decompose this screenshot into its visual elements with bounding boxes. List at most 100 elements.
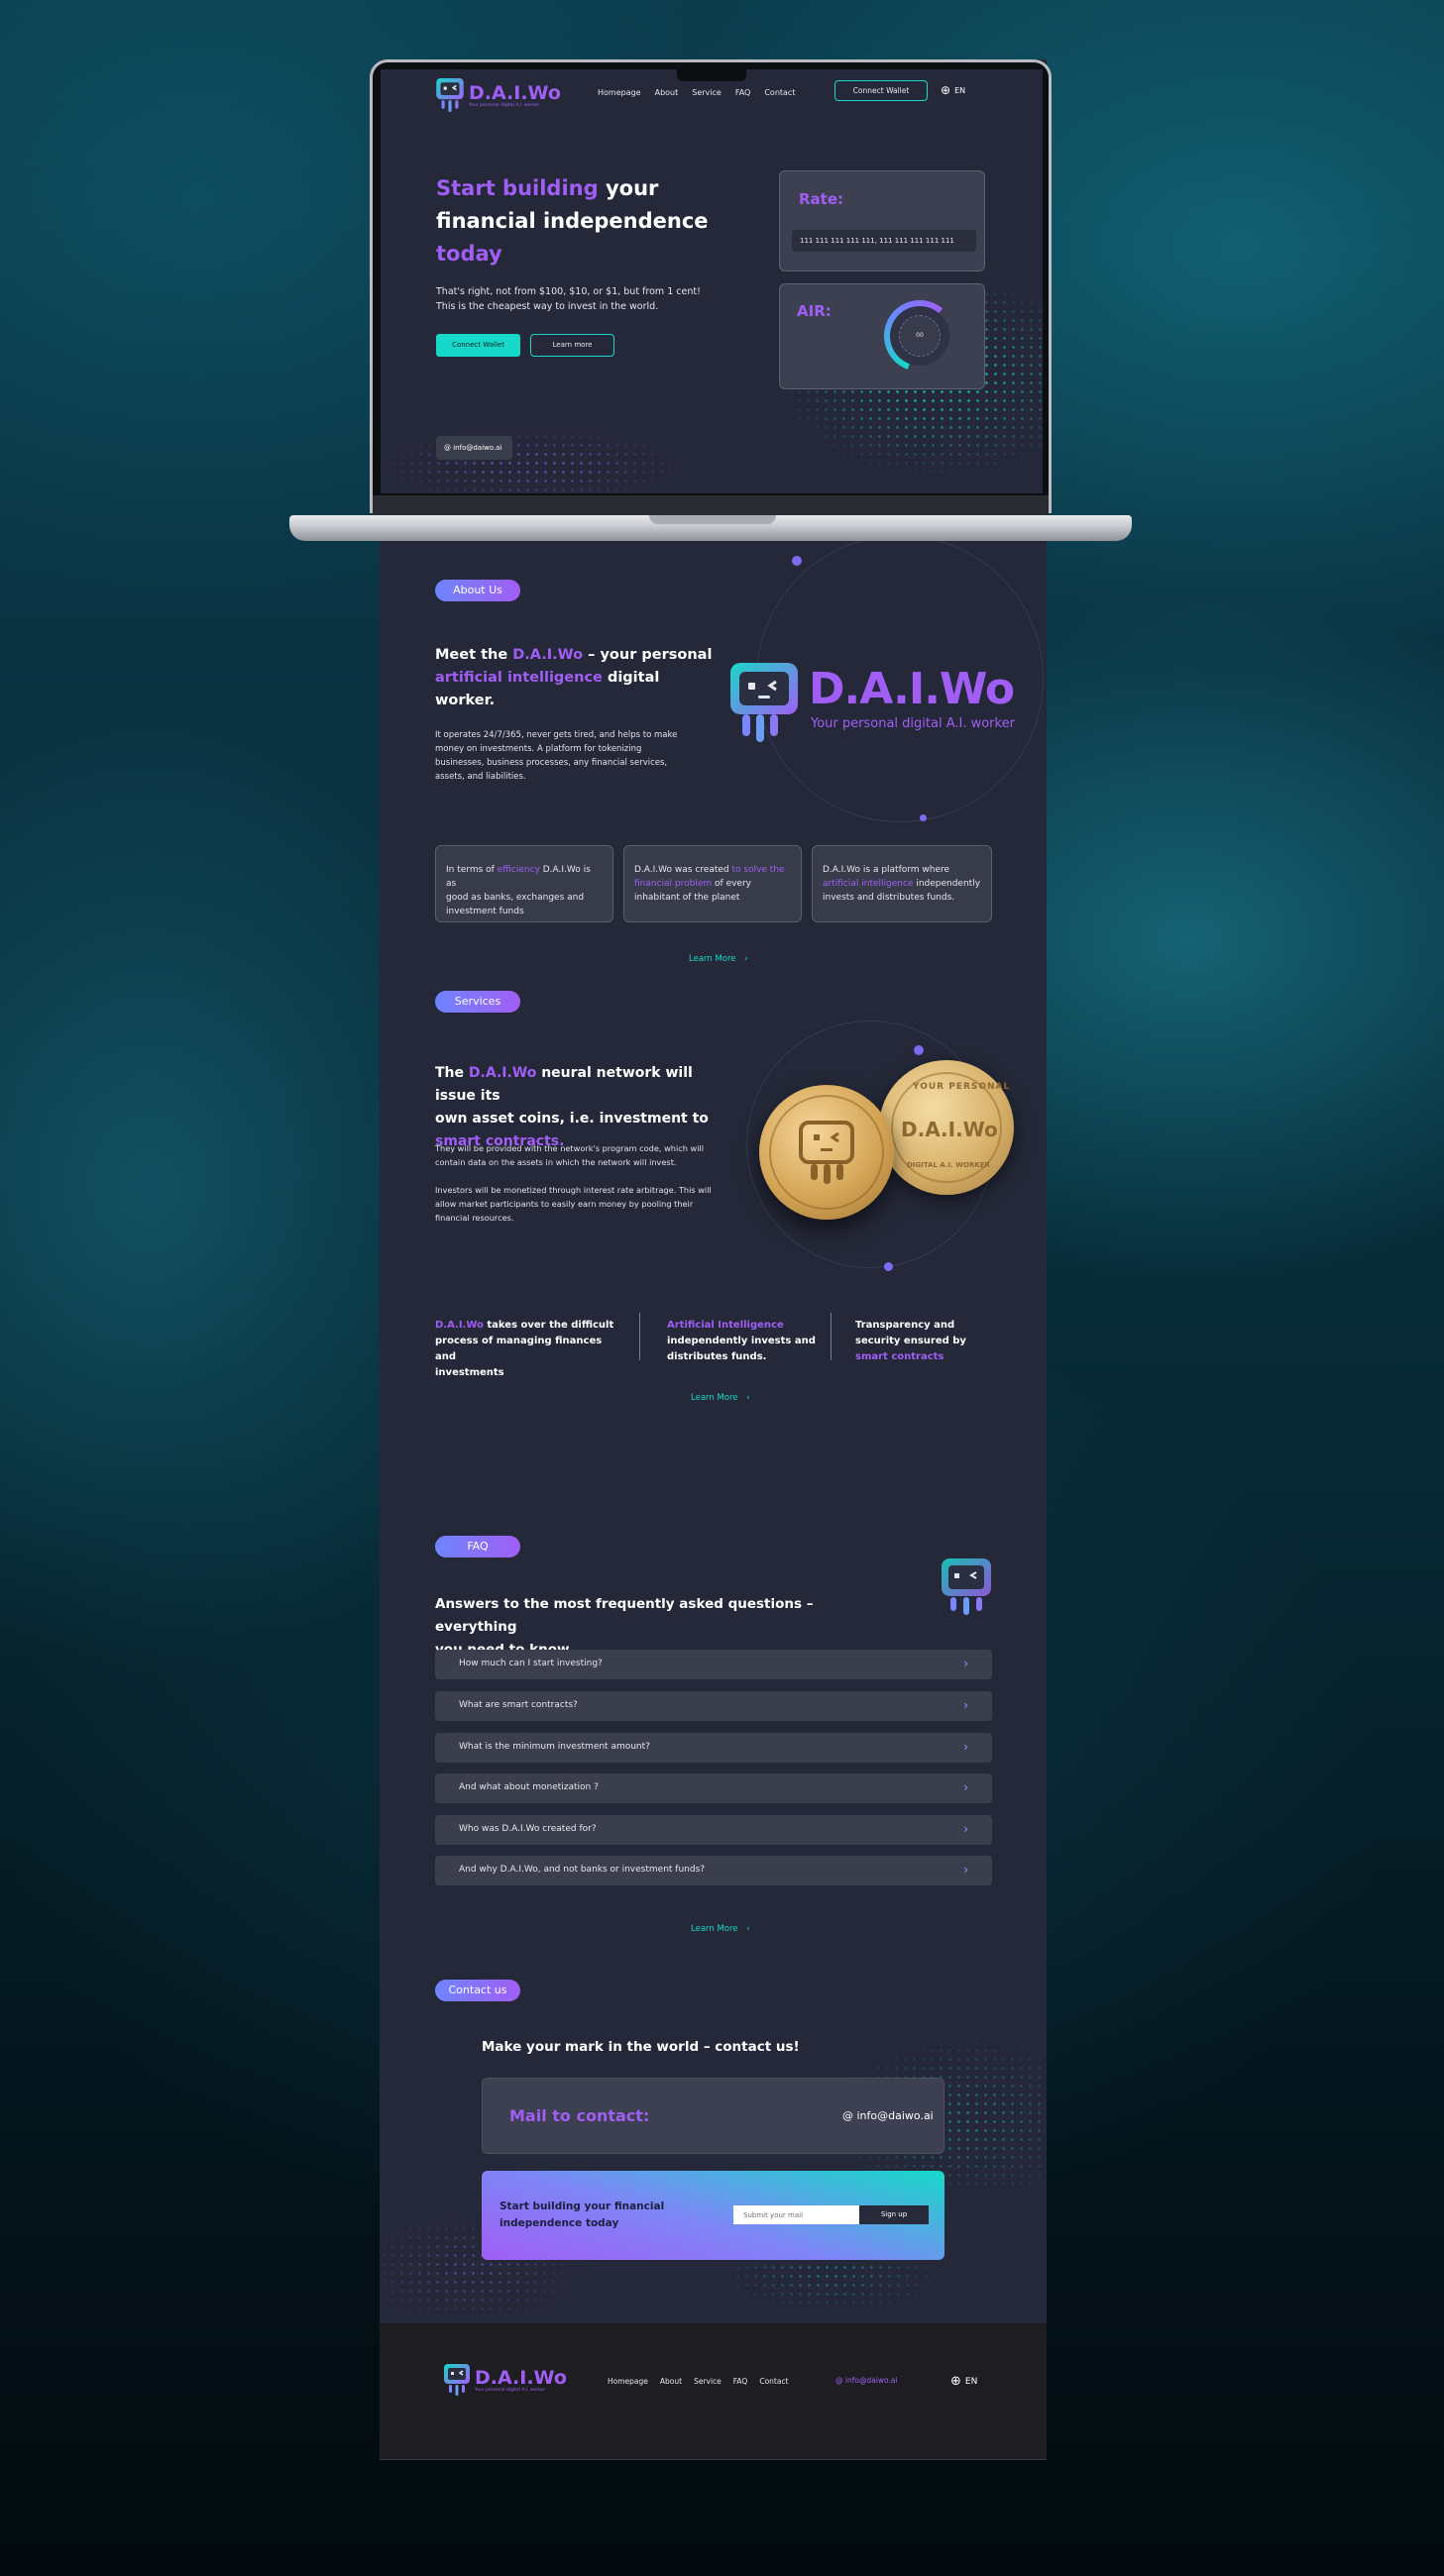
- contact-heading: Make your mark in the world – contact us…: [482, 2039, 800, 2055]
- learn-more-button[interactable]: Learn more: [530, 334, 614, 357]
- air-card: AIR: 00: [779, 283, 985, 389]
- chevron-right-icon: ›: [963, 1780, 968, 1794]
- chevron-right-icon: ›: [746, 1393, 750, 1403]
- footer-nav-faq[interactable]: FAQ: [733, 2377, 748, 2386]
- contact-section: Contact us Make your mark in the world –…: [380, 1980, 1047, 2356]
- laptop-chin: [373, 495, 1049, 515]
- header-wordmark: D.A.I.Wo: [469, 81, 561, 104]
- air-gauge: 00: [884, 300, 955, 372]
- robot-logo-icon: [436, 78, 464, 112]
- about-logo-wordmark: D.A.I.Wo: [809, 664, 1015, 714]
- orbit-dot: [914, 1045, 924, 1055]
- chevron-right-icon: ›: [746, 1924, 750, 1934]
- air-value: 00: [899, 315, 941, 357]
- hero-title: Start building your financial independen…: [436, 176, 709, 266]
- footer: D.A.I.Wo Your personal digital A.I. work…: [380, 2323, 1047, 2460]
- faq-item[interactable]: And why D.A.I.Wo, and not banks or inves…: [435, 1856, 992, 1885]
- orbit-dot: [920, 814, 927, 821]
- about-heading: Meet the D.A.I.Wo – your personal artifi…: [435, 647, 713, 708]
- faq-item[interactable]: And what about monetization ? ›: [435, 1773, 992, 1803]
- camera-notch: [677, 69, 746, 81]
- about-body: It operates 24/7/365, never gets tired, …: [435, 730, 678, 782]
- footer-wordmark: D.A.I.Wo: [475, 2366, 567, 2389]
- about-learn-more-link[interactable]: Learn More ›: [689, 954, 748, 964]
- mail-link[interactable]: @ info@daiwo.ai: [842, 2109, 934, 2122]
- globe-icon: ⊕: [941, 83, 951, 97]
- robot-logo-icon: [726, 659, 802, 750]
- cta-text: Start building your financial independen…: [500, 2200, 665, 2229]
- hero-email-chip[interactable]: @ info@daiwo.ai: [436, 436, 512, 460]
- faq-item[interactable]: What are smart contracts? ›: [435, 1691, 992, 1721]
- chevron-right-icon: ›: [963, 1740, 968, 1754]
- chevron-right-icon: ›: [963, 1822, 968, 1836]
- chevron-right-icon: ›: [963, 1863, 968, 1877]
- faq-learn-more-link[interactable]: Learn More ›: [691, 1924, 750, 1934]
- hero-connect-wallet-button[interactable]: Connect Wallet: [436, 334, 520, 357]
- footer-nav-service[interactable]: Service: [694, 2377, 722, 2386]
- mail-label: Mail to contact:: [509, 2106, 650, 2125]
- footer-logo[interactable]: D.A.I.Wo Your personal digital A.I. work…: [443, 2363, 567, 2397]
- feature-transparency: Transparency and security ensured by sma…: [855, 1320, 966, 1362]
- globe-icon: ⊕: [950, 2374, 961, 2389]
- faq-item[interactable]: What is the minimum investment amount? ›: [435, 1733, 992, 1763]
- nav-service[interactable]: Service: [692, 88, 722, 97]
- about-logo-tagline: Your personal digital A.I. worker: [811, 716, 1015, 731]
- footer-nav-homepage[interactable]: Homepage: [608, 2377, 648, 2386]
- nav-homepage[interactable]: Homepage: [598, 88, 641, 97]
- about-card-efficiency: In terms of efficiency D.A.I.Wo is as go…: [435, 845, 613, 922]
- footer-nav-contact[interactable]: Contact: [759, 2377, 788, 2386]
- nav-about[interactable]: About: [655, 88, 679, 97]
- services-section: Services The D.A.I.Wo neural network wil…: [380, 991, 1047, 1506]
- rate-value: 111 111 111 111 111, 111 111 111 111 111: [792, 230, 976, 252]
- footer-email-link[interactable]: @ info@daiwo.ai: [835, 2376, 898, 2385]
- rate-card: Rate: 111 111 111 111 111, 111 111 111 1…: [779, 170, 985, 271]
- coin-front-icon: [759, 1085, 894, 1220]
- chevron-right-icon: ›: [963, 1657, 968, 1670]
- language-selector[interactable]: ⊕ EN: [941, 83, 965, 97]
- services-body: They will be provided with the network's…: [435, 1143, 712, 1223]
- signup-cta: Start building your financial independen…: [482, 2171, 944, 2260]
- rate-label: Rate:: [799, 190, 844, 208]
- feature-divider: [639, 1313, 640, 1360]
- contact-pill[interactable]: Contact us: [435, 1980, 520, 2001]
- robot-logo-icon: [444, 2364, 470, 2396]
- at-sign-icon: @: [835, 2376, 843, 2385]
- hero-screen: D.A.I.Wo Your personal digital A.I. work…: [381, 69, 1043, 493]
- at-sign-icon: @: [842, 2109, 853, 2122]
- connect-wallet-button[interactable]: Connect Wallet: [834, 80, 928, 101]
- air-label: AIR:: [797, 302, 832, 320]
- about-section: About Us Meet the D.A.I.Wo – your person…: [380, 515, 1047, 981]
- faq-section: FAQ Answers to the most frequently asked…: [380, 1536, 1047, 1991]
- services-heading: The D.A.I.Wo neural network will issue i…: [435, 1065, 709, 1149]
- about-card-platform: D.A.I.Wo is a platform where artificial …: [812, 845, 992, 922]
- faq-item[interactable]: How much can I start investing? ›: [435, 1650, 992, 1679]
- feature-ai-invests: Artificial Intelligence independently in…: [667, 1320, 816, 1362]
- footer-nav-about[interactable]: About: [660, 2377, 682, 2386]
- services-learn-more-link[interactable]: Learn More ›: [691, 1393, 750, 1403]
- orbit-dot: [792, 556, 802, 566]
- chevron-right-icon: ›: [963, 1698, 968, 1712]
- footer-nav: Homepage About Service FAQ Contact: [608, 2377, 789, 2386]
- nav-faq[interactable]: FAQ: [735, 88, 751, 97]
- main-nav: Homepage About Service FAQ Contact: [598, 88, 795, 97]
- faq-pill[interactable]: FAQ: [435, 1536, 520, 1557]
- robot-small-icon: [939, 1556, 994, 1621]
- feature-divider: [831, 1313, 832, 1360]
- footer-language-selector[interactable]: ⊕ EN: [950, 2374, 977, 2389]
- site-logo[interactable]: D.A.I.Wo Your personal digital A.I. work…: [435, 77, 561, 113]
- chevron-right-icon: ›: [744, 954, 748, 964]
- at-sign-icon: @: [444, 444, 451, 452]
- feature-managing-finances: D.A.I.Wo takes over the difficult proces…: [435, 1320, 614, 1378]
- about-card-problem: D.A.I.Wo was created to solve the financ…: [623, 845, 802, 922]
- faq-item[interactable]: Who was D.A.I.Wo created for? ›: [435, 1815, 992, 1845]
- mail-card: Mail to contact: @ info@daiwo.ai: [482, 2078, 944, 2154]
- laptop-hinge-notch: [649, 515, 776, 524]
- newsletter-email-input[interactable]: [733, 2205, 859, 2224]
- orbit-dot: [884, 1262, 893, 1271]
- coin-back-icon: YOUR PERSONAL D.A.I.Wo DIGITAL A.I. WORK…: [879, 1060, 1014, 1195]
- services-pill[interactable]: Services: [435, 991, 520, 1013]
- hero-body: That's right, not from $100, $10, or $1,…: [436, 286, 701, 312]
- signup-button[interactable]: Sign up: [859, 2205, 929, 2224]
- about-pill[interactable]: About Us: [435, 580, 520, 601]
- nav-contact[interactable]: Contact: [764, 88, 795, 97]
